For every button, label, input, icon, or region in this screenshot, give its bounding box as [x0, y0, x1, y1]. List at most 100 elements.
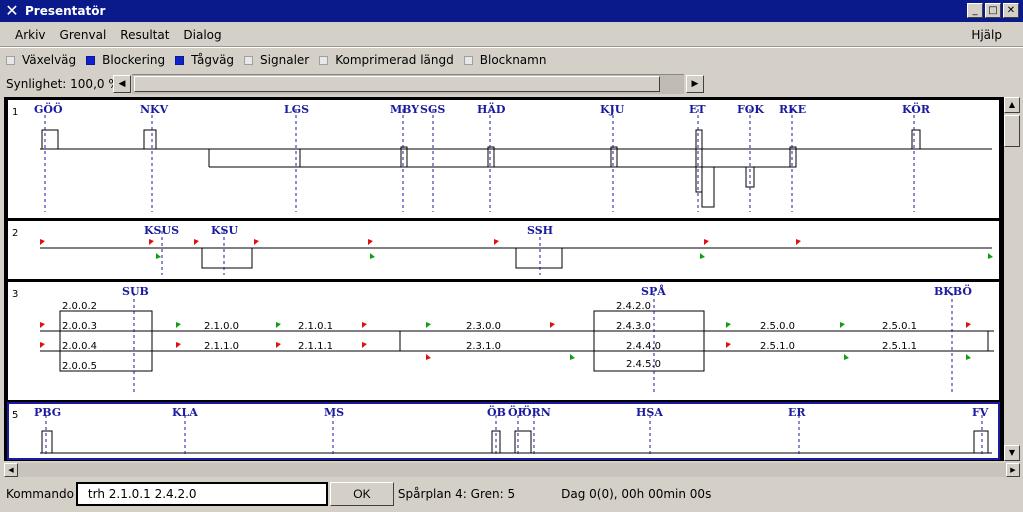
scroll-left-icon[interactable]: ◀ [4, 463, 18, 477]
option-tagvag[interactable]: Tågväg [175, 53, 234, 67]
checkbox-signaler[interactable] [244, 55, 254, 65]
station-label: ÖB [487, 405, 506, 419]
track-label: 2.0.0.4 [62, 341, 97, 352]
menu-resultat[interactable]: Resultat [113, 28, 176, 42]
station-label: SSH [527, 224, 553, 237]
station-label: NKV [140, 103, 169, 116]
station-label: KSU [211, 224, 239, 237]
window-title: Presentatör [25, 4, 106, 18]
title-bar: ✕ Presentatör _ □ ✕ [0, 0, 1023, 22]
track-label: 2.5.0.1 [882, 321, 917, 332]
menu-arkiv[interactable]: Arkiv [8, 28, 53, 42]
station-label: BKBÖ [934, 284, 972, 298]
option-vaxelvag[interactable]: Växelväg [6, 53, 76, 67]
track-label: 2.1.1.0 [204, 341, 239, 352]
option-label: Blocknamn [479, 53, 547, 67]
option-label: Signaler [260, 53, 310, 67]
menu-dialog[interactable]: Dialog [176, 28, 228, 42]
scroll-down-icon[interactable]: ▼ [1004, 445, 1020, 461]
station-label: KSUS [144, 224, 179, 237]
station-label: GÖÖ [34, 102, 63, 116]
panel-number: 5 [12, 410, 18, 421]
ok-button[interactable]: OK [329, 482, 394, 506]
station-label: ET [689, 103, 706, 116]
station-label: PBG [34, 406, 61, 419]
track-label: 2.4.4.0 [626, 341, 661, 352]
plan-status: Spårplan 4: Gren: 5 [397, 487, 516, 501]
display-options: Växelväg Blockering Tågväg Signaler Komp… [6, 52, 556, 68]
command-input[interactable] [75, 482, 328, 506]
track-canvas: 1 GÖÖ NKV LGS MBY SGS HÄD KJU ET FOK RKE… [4, 97, 1020, 461]
visibility-slider[interactable] [132, 74, 684, 94]
maximize-icon[interactable]: □ [985, 3, 1001, 18]
track-label: 2.0.0.5 [62, 361, 97, 372]
panel-number: 3 [12, 289, 18, 300]
menu-help[interactable]: Hjälp [964, 28, 1009, 42]
track-label: 2.4.2.0 [616, 301, 651, 312]
visibility-label: Synlighet: 100,0 % [6, 77, 120, 91]
option-blocknamn[interactable]: Blocknamn [463, 53, 547, 67]
station-label: KJU [600, 103, 625, 116]
scroll-up-icon[interactable]: ▲ [1004, 97, 1020, 113]
station-label: ÖRN [522, 405, 551, 419]
station-label: KLA [172, 406, 198, 419]
menu-grenval[interactable]: Grenval [53, 28, 114, 42]
track-label: 2.5.1.1 [882, 341, 917, 352]
station-label: MS [324, 406, 344, 419]
slider-right-arrow-icon[interactable]: ▶ [686, 75, 704, 93]
station-label: RKE [779, 103, 806, 116]
scroll-thumb[interactable] [1004, 115, 1020, 147]
option-signaler[interactable]: Signaler [244, 53, 309, 67]
track-label: 2.4.3.0 [616, 321, 651, 332]
checkbox-komprimerad[interactable] [319, 55, 329, 65]
option-label: Tågväg [191, 53, 235, 67]
track-label: 2.3.1.0 [466, 341, 501, 352]
window-controls: _ □ ✕ [967, 3, 1019, 18]
track-label: 2.0.0.3 [62, 321, 97, 332]
visibility-row: Synlighet: 100,0 % [6, 74, 120, 94]
option-label: Komprimerad längd [335, 53, 454, 67]
station-label: SPÅ [641, 284, 666, 298]
station-label: HSA [636, 406, 663, 419]
option-label: Växelväg [22, 53, 77, 67]
panel-number: 2 [12, 228, 18, 239]
app-x-icon: ✕ [5, 1, 19, 20]
checkbox-vaxelvag[interactable] [6, 55, 15, 65]
station-label: FV [972, 406, 989, 419]
checkbox-tagvag[interactable] [175, 55, 185, 65]
menu-separator [0, 46, 1023, 48]
slider-thumb[interactable] [134, 76, 660, 92]
track-svg: 1 GÖÖ NKV LGS MBY SGS HÄD KJU ET FOK RKE… [7, 100, 1000, 460]
track-label: 2.4.5.0 [626, 359, 661, 370]
minimize-icon[interactable]: _ [967, 3, 983, 18]
track-label: 2.1.0.1 [298, 321, 333, 332]
option-blockering[interactable]: Blockering [86, 53, 165, 67]
panel-1 [8, 100, 999, 218]
checkbox-blockering[interactable] [86, 55, 96, 65]
horizontal-scrollbar[interactable]: ◀ ▶ [4, 463, 1020, 477]
option-komprimerad[interactable]: Komprimerad längd [319, 53, 454, 67]
scroll-right-icon[interactable]: ▶ [1006, 463, 1020, 477]
track-label: 2.3.0.0 [466, 321, 501, 332]
slider-left-arrow-icon[interactable]: ◀ [113, 75, 131, 93]
vertical-scrollbar[interactable]: ▲ ▼ [1004, 97, 1020, 461]
close-icon[interactable]: ✕ [1003, 3, 1019, 18]
track-label: 2.1.0.0 [204, 321, 239, 332]
checkbox-blocknamn[interactable] [463, 55, 473, 65]
hscroll-track[interactable] [18, 463, 1006, 477]
track-label: 2.0.0.2 [62, 301, 97, 312]
time-status: Dag 0(0), 00h 00min 00s [561, 487, 712, 501]
station-label: MBY [390, 103, 419, 116]
menu-bar: Arkiv Grenval Resultat Dialog Hjälp [0, 24, 1023, 46]
panel-number: 1 [12, 107, 18, 118]
track-label: 2.5.1.0 [760, 341, 795, 352]
station-label: ER [788, 406, 806, 419]
track-label: 2.1.1.1 [298, 341, 333, 352]
station-label: HÄD [477, 102, 506, 116]
station-label: LGS [284, 103, 309, 116]
station-label: SGS [420, 103, 445, 116]
station-label: FOK [737, 103, 764, 116]
station-label: KÖR [902, 102, 931, 116]
option-label: Blockering [102, 53, 166, 67]
slider-track[interactable] [132, 74, 684, 94]
